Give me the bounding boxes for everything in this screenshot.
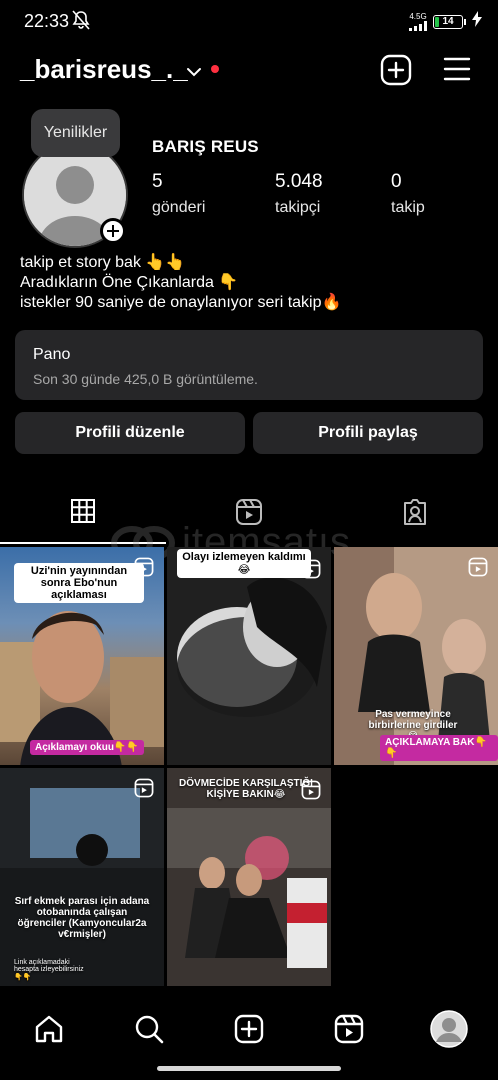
create-icon (234, 1014, 264, 1044)
profile-avatar-large[interactable] (22, 142, 130, 250)
stat-value: 0 (391, 171, 402, 192)
add-story-button[interactable] (100, 218, 126, 244)
stat-label: takip (391, 199, 425, 216)
edit-profile-button[interactable]: Profili düzenle (15, 412, 245, 454)
battery-icon: 14 (433, 14, 466, 29)
reel-badge-icon (301, 780, 321, 805)
menu-icon (443, 57, 471, 81)
stat-value: 5 (152, 171, 163, 192)
plus-icon (107, 225, 119, 237)
profile-avatar (430, 1010, 468, 1048)
post-tag: AÇIKLAMAYA BAK👇👇 (380, 735, 498, 761)
signal-icon: 4.5G (409, 11, 427, 31)
username-switcher[interactable]: _barisreus_._ (20, 54, 188, 85)
reel-badge-icon (301, 559, 321, 584)
grid-icon (71, 499, 95, 523)
create-button[interactable] (380, 54, 412, 91)
nav-search[interactable] (134, 1014, 164, 1049)
nav-create[interactable] (234, 1014, 264, 1049)
battery-level: 14 (442, 15, 454, 27)
bio-line: istekler 90 saniye de onaylanıyor seri t… (20, 294, 342, 311)
post-caption: Olayı izlemeyen kaldımı😂 (177, 549, 311, 578)
tab-tagged[interactable] (332, 488, 498, 544)
professional-dashboard[interactable]: Pano Son 30 günde 425,0 B görüntüleme. (15, 330, 483, 400)
profile-full-name: BARIŞ REUS (152, 137, 259, 156)
bottom-navigation (0, 1000, 498, 1060)
tagged-icon (404, 499, 426, 525)
search-icon (135, 1015, 164, 1044)
stat-label: takipçi (275, 199, 321, 216)
status-bar: 22:33 4.5G 14 (0, 0, 498, 42)
nav-home[interactable] (34, 1014, 64, 1049)
post-caption: DÖVMECİDE KARŞILAŞTIĞI KİŞİYE BAKIN😂 (179, 778, 313, 800)
share-profile-button[interactable]: Profili paylaş (253, 412, 483, 454)
posts-count[interactable]: 5 gönderi (152, 171, 205, 217)
post-thumbnail[interactable]: DÖVMECİDE KARŞILAŞTIĞI KİŞİYE BAKIN😂 (167, 768, 331, 986)
bell-off-icon (72, 10, 90, 35)
bio-line: takip et story bak 👆👆 (20, 254, 186, 271)
profile-header: _barisreus_._ (0, 50, 498, 92)
post-tag: Açıklamayı okuu👇👇 (30, 740, 144, 755)
bio-line: Aradıkların Öne Çıkanlarda 👇 (20, 274, 239, 291)
dashboard-subtitle: Son 30 günde 425,0 B görüntüleme. (33, 371, 258, 387)
reel-badge-icon (468, 557, 488, 582)
charging-icon (472, 11, 482, 32)
home-indicator[interactable] (157, 1066, 341, 1071)
menu-button[interactable] (443, 56, 471, 87)
network-type: 4.5G (409, 11, 427, 21)
following-count[interactable]: 0 takip (391, 171, 425, 217)
nav-profile[interactable] (430, 1010, 468, 1053)
reels-icon (334, 1014, 364, 1044)
followers-count[interactable]: 5.048 takipçi (275, 171, 323, 217)
post-thumbnail[interactable]: Olayı izlemeyen kaldımı😂 (167, 547, 331, 765)
reel-badge-icon (134, 557, 154, 582)
whats-new-tooltip[interactable]: Yenilikler (31, 109, 120, 157)
reel-badge-icon (134, 778, 154, 803)
post-tag: Link açıklamadaki hesapta izleyebilirsin… (14, 959, 84, 981)
dashboard-title: Pano (33, 346, 71, 363)
chevron-down-icon[interactable] (186, 64, 202, 82)
post-thumbnail[interactable]: Sırf ekmek parası için adana otobanında … (0, 768, 164, 986)
nav-reels[interactable] (334, 1014, 364, 1049)
status-time: 22:33 (24, 11, 70, 31)
plus-square-icon (380, 54, 412, 86)
home-icon (35, 1015, 63, 1043)
post-caption: Uzi'nin yayınından sonra Ebo'nun açıklam… (14, 563, 144, 603)
notification-dot (211, 65, 219, 73)
post-thumbnail[interactable]: Uzi'nin yayınından sonra Ebo'nun açıklam… (0, 547, 164, 765)
post-caption: Sırf ekmek parası için adana otobanında … (14, 896, 150, 940)
post-thumbnail[interactable]: Pas vermeyince birbirlerine girdiler😂 AÇ… (334, 547, 498, 765)
stat-value: 5.048 (275, 171, 323, 192)
profile-bio: takip et story bak 👆👆 Aradıkların Öne Çı… (20, 253, 341, 313)
stat-label: gönderi (152, 199, 206, 216)
